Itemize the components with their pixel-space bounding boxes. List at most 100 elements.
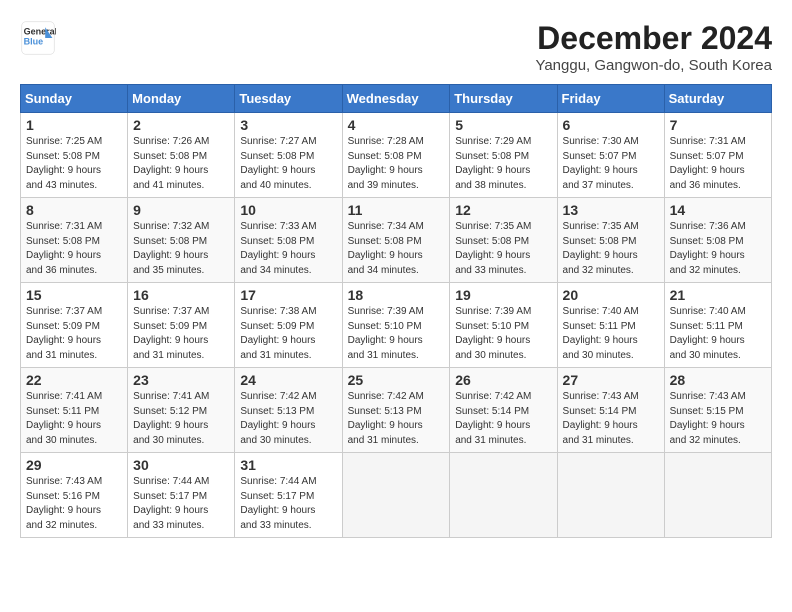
calendar-week-2: 8Sunrise: 7:31 AM Sunset: 5:08 PM Daylig… xyxy=(21,198,772,283)
calendar-subtitle: Yanggu, Gangwon-do, South Korea xyxy=(535,57,772,74)
day-number: 19 xyxy=(455,287,551,303)
calendar-cell xyxy=(342,453,450,538)
day-info: Sunrise: 7:28 AM Sunset: 5:08 PM Dayligh… xyxy=(348,135,445,193)
calendar-cell: 4 Sunrise: 7:28 AM Sunset: 5:08 PM Daylig… xyxy=(342,113,450,198)
calendar-cell xyxy=(557,453,664,538)
calendar-cell: 3 Sunrise: 7:27 AM Sunset: 5:08 PM Daylig… xyxy=(235,113,342,198)
day-info: Sunrise: 7:34 AM Sunset: 5:08 PM Dayligh… xyxy=(348,220,445,278)
day-info: Sunrise: 7:26 AM Sunset: 5:08 PM Dayligh… xyxy=(133,135,229,193)
day-info: Sunrise: 7:41 AM Sunset: 5:11 PM Dayligh… xyxy=(26,390,122,448)
day-number: 2 xyxy=(133,117,229,133)
day-info: Sunrise: 7:40 AM Sunset: 5:11 PM Dayligh… xyxy=(563,305,659,363)
calendar-cell: 21Sunrise: 7:40 AM Sunset: 5:11 PM Dayli… xyxy=(664,283,771,368)
day-number: 28 xyxy=(670,372,766,388)
day-info: Sunrise: 7:35 AM Sunset: 5:08 PM Dayligh… xyxy=(455,220,551,278)
calendar-cell xyxy=(664,453,771,538)
day-number: 15 xyxy=(26,287,122,303)
day-info: Sunrise: 7:42 AM Sunset: 5:13 PM Dayligh… xyxy=(240,390,336,448)
calendar-week-1: 1 Sunrise: 7:25 AM Sunset: 5:08 PM Daylig… xyxy=(21,113,772,198)
day-info: Sunrise: 7:37 AM Sunset: 5:09 PM Dayligh… xyxy=(133,305,229,363)
day-number: 29 xyxy=(26,457,122,473)
day-number: 7 xyxy=(670,117,766,133)
day-info: Sunrise: 7:39 AM Sunset: 5:10 PM Dayligh… xyxy=(455,305,551,363)
day-info: Sunrise: 7:44 AM Sunset: 5:17 PM Dayligh… xyxy=(240,475,336,533)
calendar-cell: 29 Sunrise: 7:43 AM Sunset: 5:16 PM Dayli… xyxy=(21,453,128,538)
calendar-header-wednesday: Wednesday xyxy=(342,85,450,113)
day-info: Sunrise: 7:37 AM Sunset: 5:09 PM Dayligh… xyxy=(26,305,122,363)
logo: General Blue xyxy=(20,20,56,56)
calendar-cell: 18 Sunrise: 7:39 AM Sunset: 5:10 PM Dayli… xyxy=(342,283,450,368)
calendar-header-sunday: Sunday xyxy=(21,85,128,113)
day-info: Sunrise: 7:40 AM Sunset: 5:11 PM Dayligh… xyxy=(670,305,766,363)
calendar-cell: 2 Sunrise: 7:26 AM Sunset: 5:08 PM Daylig… xyxy=(128,113,235,198)
calendar-cell: 26Sunrise: 7:42 AM Sunset: 5:14 PM Dayli… xyxy=(450,368,557,453)
day-info: Sunrise: 7:43 AM Sunset: 5:16 PM Dayligh… xyxy=(26,475,122,533)
day-info: Sunrise: 7:43 AM Sunset: 5:14 PM Dayligh… xyxy=(563,390,659,448)
day-number: 24 xyxy=(240,372,336,388)
calendar-cell: 24 Sunrise: 7:42 AM Sunset: 5:13 PM Dayli… xyxy=(235,368,342,453)
day-info: Sunrise: 7:44 AM Sunset: 5:17 PM Dayligh… xyxy=(133,475,229,533)
calendar-header-friday: Friday xyxy=(557,85,664,113)
calendar-cell: 23 Sunrise: 7:41 AM Sunset: 5:12 PM Dayli… xyxy=(128,368,235,453)
day-number: 12 xyxy=(455,202,551,218)
calendar-cell: 14Sunrise: 7:36 AM Sunset: 5:08 PM Dayli… xyxy=(664,198,771,283)
day-number: 18 xyxy=(348,287,445,303)
calendar-header-row: SundayMondayTuesdayWednesdayThursdayFrid… xyxy=(21,85,772,113)
day-number: 3 xyxy=(240,117,336,133)
svg-text:Blue: Blue xyxy=(24,36,44,46)
day-info: Sunrise: 7:32 AM Sunset: 5:08 PM Dayligh… xyxy=(133,220,229,278)
day-number: 10 xyxy=(240,202,336,218)
day-info: Sunrise: 7:27 AM Sunset: 5:08 PM Dayligh… xyxy=(240,135,336,193)
calendar-week-5: 29 Sunrise: 7:43 AM Sunset: 5:16 PM Dayli… xyxy=(21,453,772,538)
calendar-cell: 27 Sunrise: 7:43 AM Sunset: 5:14 PM Dayli… xyxy=(557,368,664,453)
calendar-header-monday: Monday xyxy=(128,85,235,113)
day-number: 5 xyxy=(455,117,551,133)
calendar-title: December 2024 xyxy=(535,20,772,57)
calendar-cell: 19 Sunrise: 7:39 AM Sunset: 5:10 PM Dayli… xyxy=(450,283,557,368)
day-number: 25 xyxy=(348,372,445,388)
calendar-cell: 10 Sunrise: 7:33 AM Sunset: 5:08 PM Dayli… xyxy=(235,198,342,283)
calendar-cell: 12 Sunrise: 7:35 AM Sunset: 5:08 PM Dayli… xyxy=(450,198,557,283)
calendar-cell: 22 Sunrise: 7:41 AM Sunset: 5:11 PM Dayli… xyxy=(21,368,128,453)
calendar-week-4: 22 Sunrise: 7:41 AM Sunset: 5:11 PM Dayli… xyxy=(21,368,772,453)
day-info: Sunrise: 7:42 AM Sunset: 5:13 PM Dayligh… xyxy=(348,390,445,448)
calendar-cell: 31Sunrise: 7:44 AM Sunset: 5:17 PM Dayli… xyxy=(235,453,342,538)
day-number: 20 xyxy=(563,287,659,303)
calendar-cell: 28 Sunrise: 7:43 AM Sunset: 5:15 PM Dayli… xyxy=(664,368,771,453)
day-number: 1 xyxy=(26,117,122,133)
day-info: Sunrise: 7:38 AM Sunset: 5:09 PM Dayligh… xyxy=(240,305,336,363)
calendar-header-tuesday: Tuesday xyxy=(235,85,342,113)
day-number: 23 xyxy=(133,372,229,388)
calendar-cell: 11 Sunrise: 7:34 AM Sunset: 5:08 PM Dayli… xyxy=(342,198,450,283)
day-info: Sunrise: 7:31 AM Sunset: 5:07 PM Dayligh… xyxy=(670,135,766,193)
day-number: 4 xyxy=(348,117,445,133)
day-number: 30 xyxy=(133,457,229,473)
logo-icon: General Blue xyxy=(20,20,56,56)
calendar-cell: 9Sunrise: 7:32 AM Sunset: 5:08 PM Daylig… xyxy=(128,198,235,283)
calendar-cell: 17Sunrise: 7:38 AM Sunset: 5:09 PM Dayli… xyxy=(235,283,342,368)
calendar-cell: 15 Sunrise: 7:37 AM Sunset: 5:09 PM Dayli… xyxy=(21,283,128,368)
day-info: Sunrise: 7:41 AM Sunset: 5:12 PM Dayligh… xyxy=(133,390,229,448)
day-info: Sunrise: 7:43 AM Sunset: 5:15 PM Dayligh… xyxy=(670,390,766,448)
day-info: Sunrise: 7:31 AM Sunset: 5:08 PM Dayligh… xyxy=(26,220,122,278)
calendar-cell: 5Sunrise: 7:29 AM Sunset: 5:08 PM Daylig… xyxy=(450,113,557,198)
day-number: 16 xyxy=(133,287,229,303)
day-number: 11 xyxy=(348,202,445,218)
day-number: 6 xyxy=(563,117,659,133)
calendar-cell: 13 Sunrise: 7:35 AM Sunset: 5:08 PM Dayli… xyxy=(557,198,664,283)
calendar-header-saturday: Saturday xyxy=(664,85,771,113)
day-info: Sunrise: 7:33 AM Sunset: 5:08 PM Dayligh… xyxy=(240,220,336,278)
calendar-cell: 8Sunrise: 7:31 AM Sunset: 5:08 PM Daylig… xyxy=(21,198,128,283)
day-number: 27 xyxy=(563,372,659,388)
day-info: Sunrise: 7:35 AM Sunset: 5:08 PM Dayligh… xyxy=(563,220,659,278)
day-number: 13 xyxy=(563,202,659,218)
calendar-cell: 1 Sunrise: 7:25 AM Sunset: 5:08 PM Daylig… xyxy=(21,113,128,198)
title-block: December 2024 Yanggu, Gangwon-do, South … xyxy=(535,20,772,74)
day-info: Sunrise: 7:36 AM Sunset: 5:08 PM Dayligh… xyxy=(670,220,766,278)
day-number: 22 xyxy=(26,372,122,388)
calendar-cell: 6Sunrise: 7:30 AM Sunset: 5:07 PM Daylig… xyxy=(557,113,664,198)
calendar-cell xyxy=(450,453,557,538)
calendar-cell: 30 Sunrise: 7:44 AM Sunset: 5:17 PM Dayli… xyxy=(128,453,235,538)
day-info: Sunrise: 7:39 AM Sunset: 5:10 PM Dayligh… xyxy=(348,305,445,363)
day-info: Sunrise: 7:25 AM Sunset: 5:08 PM Dayligh… xyxy=(26,135,122,193)
